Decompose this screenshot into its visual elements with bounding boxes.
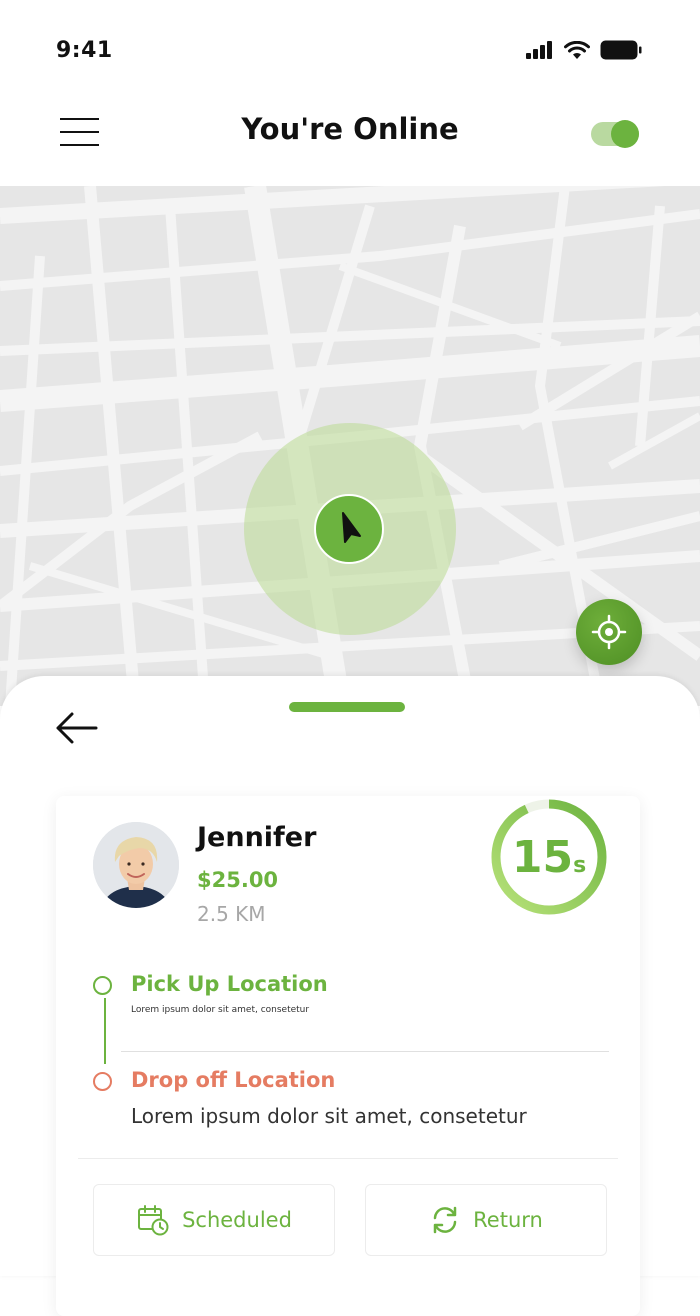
status-icons (526, 40, 642, 60)
pickup-marker (93, 976, 112, 995)
app-header: You're Online (0, 90, 700, 186)
arrow-left-icon (56, 712, 98, 744)
pickup-address: Lorem ipsum dolor sit amet, consetetur (131, 1005, 310, 1015)
countdown-value: 15s (488, 832, 610, 883)
sheet-grabber[interactable] (289, 702, 405, 712)
card-divider (78, 1158, 618, 1159)
countdown-number: 15 (511, 832, 574, 883)
wifi-icon (564, 40, 590, 59)
ride-request-card: Jennifer $25.00 2.5 KM 15s Pick Up Locat… (56, 796, 640, 1316)
locate-me-button[interactable] (576, 599, 642, 665)
rider-photo (93, 822, 179, 908)
pickup-title: Pick Up Location (131, 972, 328, 996)
trip-distance: 2.5 KM (197, 902, 266, 926)
countdown-unit: s (573, 853, 587, 878)
toggle-knob (611, 120, 639, 148)
dropoff-title: Drop off Location (131, 1068, 336, 1092)
status-bar: 9:41 (0, 0, 700, 100)
countdown-timer: 15s (488, 796, 610, 918)
cellular-signal-icon (526, 41, 552, 59)
driver-location-marker (314, 494, 384, 564)
status-time: 9:41 (56, 38, 113, 63)
map-view[interactable] (0, 186, 700, 706)
refresh-arrows-icon (433, 1206, 457, 1234)
fare-amount: $25.00 (197, 868, 279, 892)
online-toggle[interactable] (591, 120, 639, 148)
battery-icon (600, 40, 642, 60)
location-divider (121, 1051, 609, 1052)
return-label: Return (473, 1208, 543, 1232)
scheduled-button[interactable]: Scheduled (93, 1184, 335, 1256)
avatar (93, 822, 179, 908)
return-button[interactable]: Return (365, 1184, 607, 1256)
calendar-clock-icon (138, 1205, 169, 1236)
rider-name: Jennifer (197, 822, 317, 853)
back-button[interactable] (52, 706, 102, 750)
dropoff-address: Lorem ipsum dolor sit amet, consetetur (131, 1104, 527, 1128)
dropoff-marker (93, 1072, 112, 1091)
crosshair-target-icon (591, 614, 627, 650)
route-connector (104, 998, 106, 1064)
navigation-arrow-icon (342, 512, 361, 543)
scheduled-label: Scheduled (182, 1208, 292, 1232)
ride-request-sheet: Jennifer $25.00 2.5 KM 15s Pick Up Locat… (0, 676, 700, 1316)
